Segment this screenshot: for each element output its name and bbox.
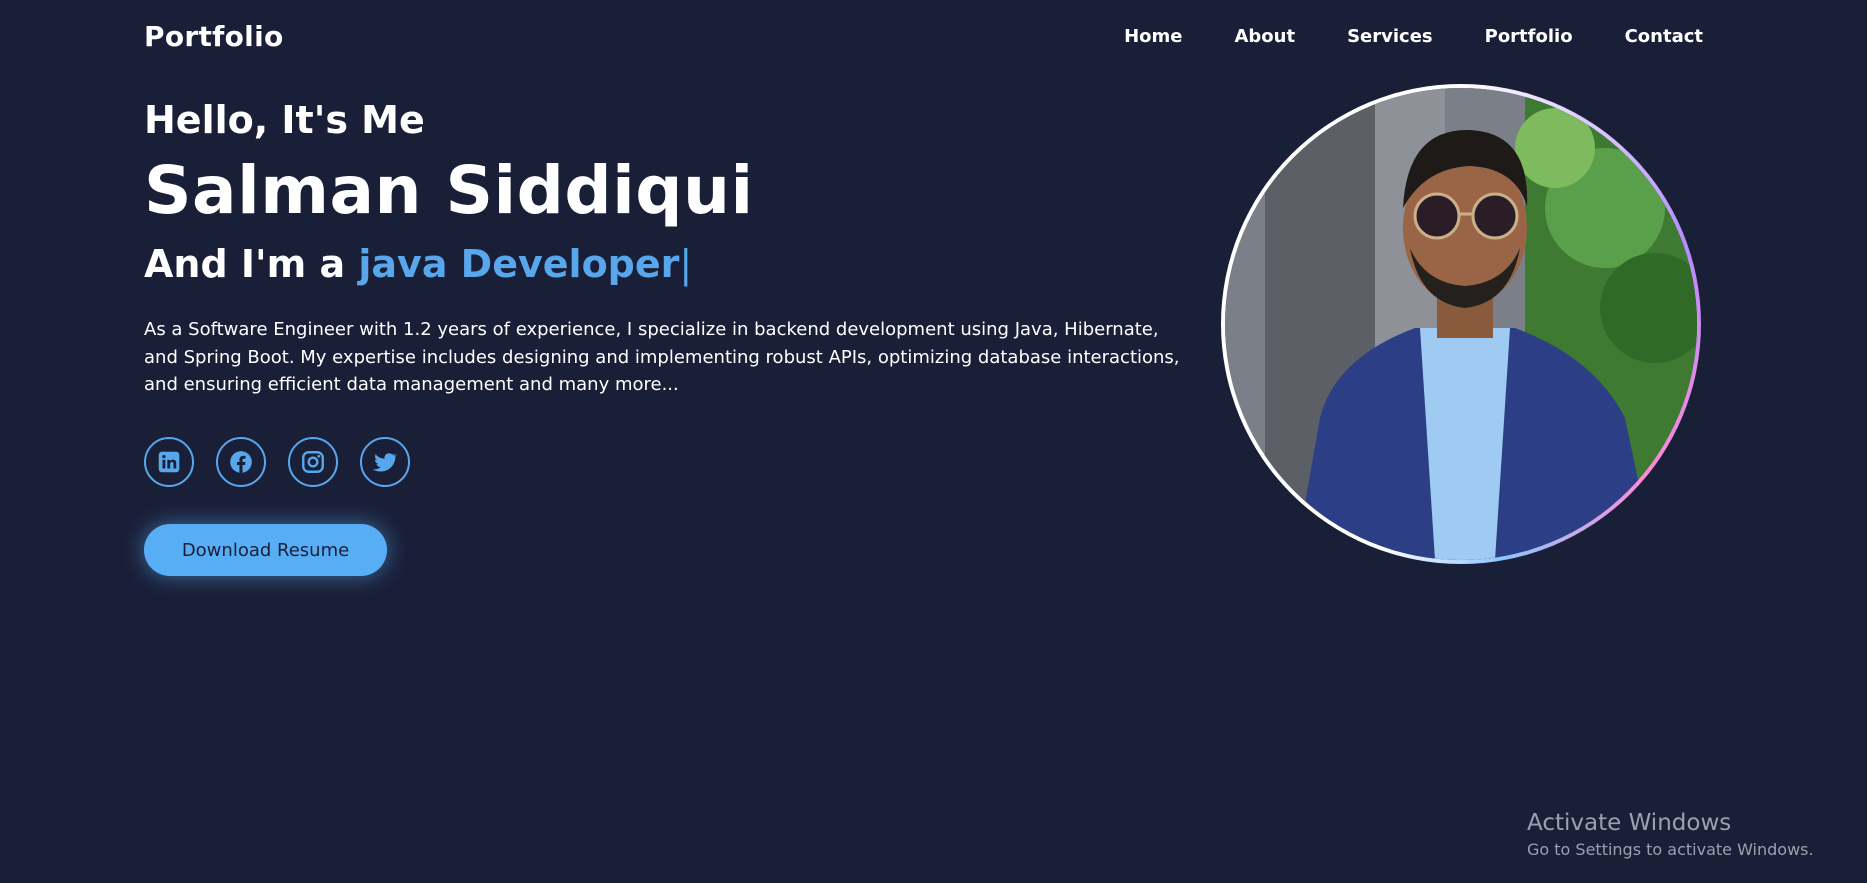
download-resume-button[interactable]: Download Resume: [144, 524, 387, 576]
linkedin-link[interactable]: [144, 437, 194, 487]
typing-cursor: |: [679, 242, 693, 286]
nav-about[interactable]: About: [1234, 26, 1295, 47]
profile-photo: [1225, 88, 1697, 560]
main-nav: Home About Services Portfolio Contact: [1124, 26, 1703, 47]
nav-contact[interactable]: Contact: [1625, 26, 1703, 47]
instagram-icon: [302, 451, 324, 473]
hero-bio: As a Software Engineer with 1.2 years of…: [144, 319, 1180, 395]
watermark-title: Activate Windows: [1527, 810, 1732, 836]
social-links: [144, 437, 410, 487]
nav-portfolio[interactable]: Portfolio: [1485, 26, 1573, 47]
windows-activation-watermark: Activate Windows Go to Settings to activ…: [1527, 808, 1814, 862]
nav-services[interactable]: Services: [1347, 26, 1433, 47]
linkedin-icon: [158, 451, 180, 473]
profile-photo-frame: [1221, 84, 1701, 564]
nav-home[interactable]: Home: [1124, 26, 1182, 47]
role-typed-text: java Developer: [358, 242, 680, 286]
site-logo[interactable]: Portfolio: [144, 20, 284, 53]
profile-photo-illustration: [1225, 88, 1697, 560]
facebook-link[interactable]: [216, 437, 266, 487]
hero-name: Salman Siddiqui: [144, 152, 754, 229]
hero-role: And I'm a java Developer|: [144, 242, 692, 286]
facebook-icon: [230, 451, 252, 473]
twitter-link[interactable]: [360, 437, 410, 487]
twitter-icon: [372, 453, 398, 472]
instagram-link[interactable]: [288, 437, 338, 487]
hero-greeting: Hello, It's Me: [144, 98, 425, 142]
portfolio-page: Portfolio Home About Services Portfolio …: [0, 0, 1867, 883]
role-prefix: And I'm a: [144, 242, 359, 286]
watermark-subtitle: Go to Settings to activate Windows.: [1527, 840, 1814, 859]
